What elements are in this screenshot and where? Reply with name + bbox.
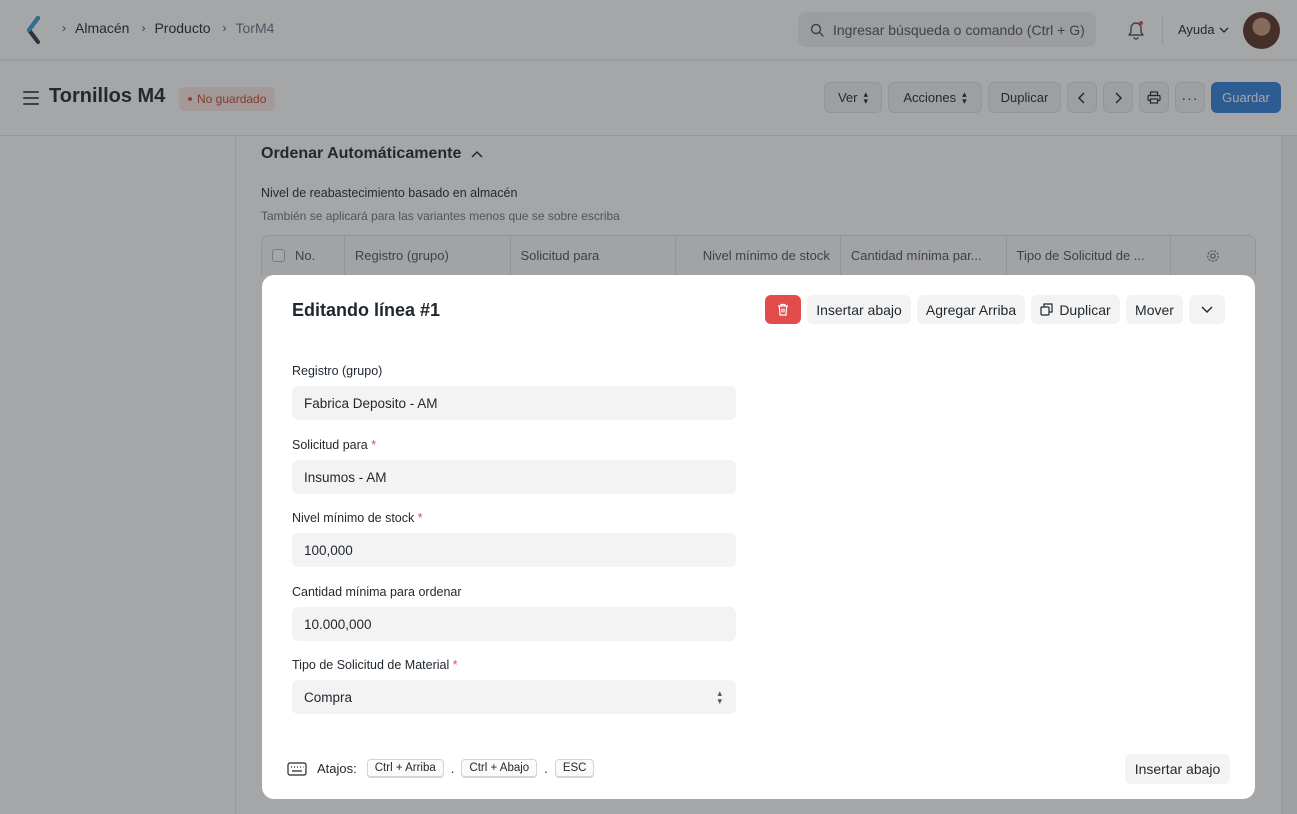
required-marker: *: [452, 658, 458, 672]
collapse-dialog-button[interactable]: [1189, 295, 1225, 324]
solicitud-label: Solicitud para *: [292, 438, 376, 452]
shortcut-separator: .: [450, 761, 455, 776]
shortcut-key: Ctrl + Abajo: [461, 759, 538, 778]
edit-row-dialog: Editando línea #1 Insertar abajo Agregar…: [262, 275, 1255, 799]
chevron-down-icon: [1201, 306, 1213, 313]
move-button[interactable]: Mover: [1126, 295, 1183, 324]
nivel-minimo-label-text: Nivel mínimo de stock: [292, 511, 415, 525]
add-above-button[interactable]: Agregar Arriba: [917, 295, 1025, 324]
solicitud-field[interactable]: Insumos - AM: [292, 460, 736, 494]
registro-label-text: Registro (grupo): [292, 364, 383, 378]
shortcut-key: ESC: [554, 759, 595, 778]
required-marker: *: [417, 511, 423, 525]
select-arrows-icon: ▴ ▾: [717, 688, 722, 706]
tipo-solicitud-label: Tipo de Solicitud de Material *: [292, 658, 458, 672]
cantidad-minima-label: Cantidad mínima para ordenar: [292, 585, 462, 599]
trash-icon: [778, 303, 788, 316]
shortcuts-bar: Atajos: Ctrl + Arriba . Ctrl + Abajo . E…: [287, 759, 595, 778]
tipo-solicitud-select[interactable]: Compra ▴ ▾: [292, 680, 736, 714]
registro-label: Registro (grupo): [292, 364, 382, 378]
dialog-title: Editando línea #1: [292, 300, 441, 320]
shortcut-key: Ctrl + Arriba: [366, 759, 444, 778]
tipo-solicitud-value: Compra: [304, 689, 353, 705]
delete-row-button[interactable]: [765, 295, 801, 324]
duplicate-row-button[interactable]: Duplicar: [1031, 295, 1120, 324]
insert-below-button[interactable]: Insertar abajo: [807, 295, 911, 324]
tipo-solicitud-label-text: Tipo de Solicitud de Material: [292, 658, 450, 672]
shortcuts-label: Atajos:: [317, 761, 357, 776]
nivel-minimo-label: Nivel mínimo de stock *: [292, 511, 423, 525]
shortcut-separator: .: [544, 761, 548, 776]
cantidad-minima-field[interactable]: 10.000,000: [292, 607, 736, 641]
footer-insert-below-button[interactable]: Insertar abajo: [1125, 754, 1230, 784]
nivel-minimo-field[interactable]: 100,000: [292, 533, 736, 567]
registro-field[interactable]: Fabrica Deposito - AM: [292, 386, 736, 420]
duplicate-row-label: Duplicar: [1059, 301, 1111, 318]
solicitud-label-text: Solicitud para: [292, 438, 368, 452]
cantidad-minima-label-text: Cantidad mínima para ordenar: [292, 585, 462, 599]
required-marker: *: [371, 438, 377, 452]
copy-icon: [1040, 303, 1053, 316]
keyboard-icon: [287, 761, 307, 776]
